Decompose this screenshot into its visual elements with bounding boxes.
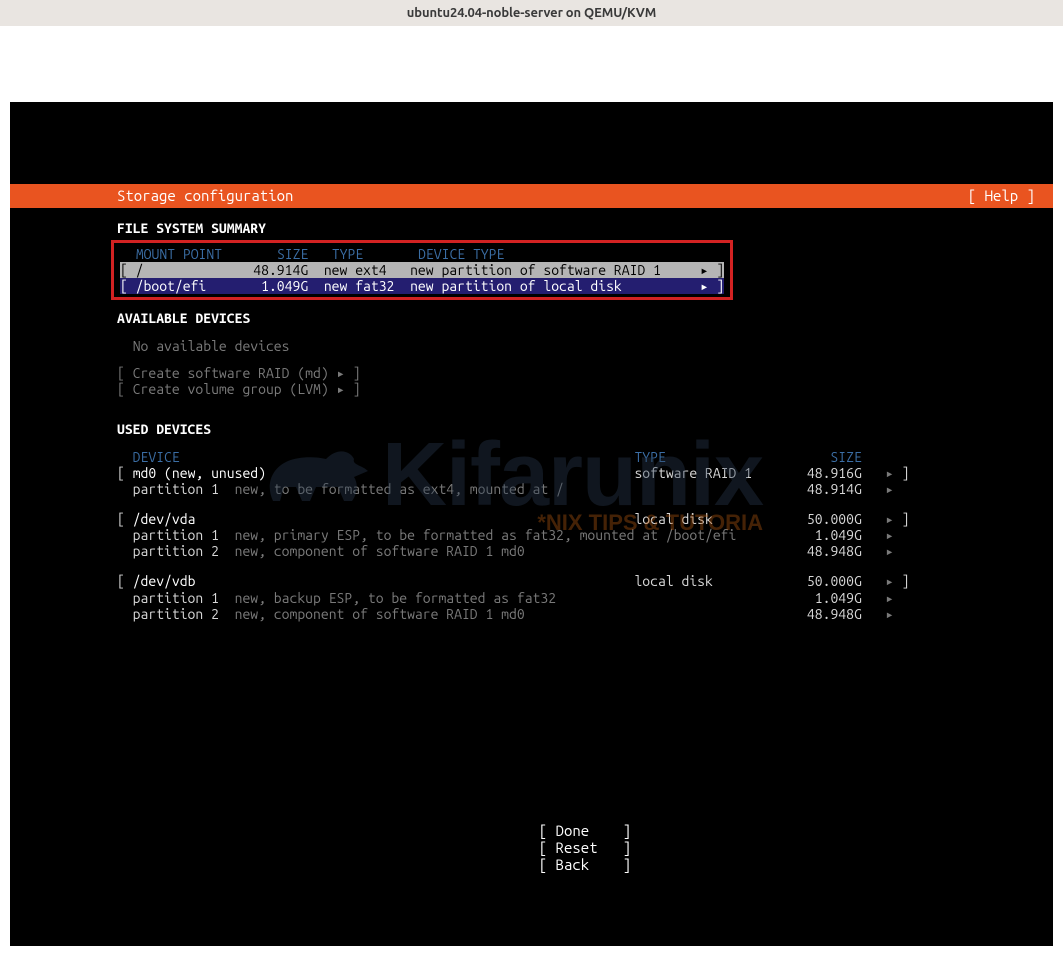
fs-row[interactable]: [ / 48.914G new ext4 new partition of so… <box>120 262 724 278</box>
device-row[interactable]: [ md0 (new, unused) software RAID 1 48.9… <box>117 465 1053 481</box>
window-title: ubuntu24.04-noble-server on QEMU/KVM <box>407 6 657 21</box>
partition-row[interactable]: partition 1 new, backup ESP, to be forma… <box>117 590 1053 606</box>
create-software-raid-button[interactable]: [ Create software RAID (md) ▸ ] <box>117 365 1053 381</box>
window-toolbar-blank <box>0 26 1063 102</box>
device-row[interactable]: [ /dev/vdb local disk 50.000G ▸ ] <box>117 573 1053 589</box>
help-button[interactable]: [ Help ] <box>968 187 1035 204</box>
page-title: Storage configuration <box>117 187 293 204</box>
device-row[interactable]: [ /dev/vda local disk 50.000G ▸ ] <box>117 511 1053 527</box>
partition-row[interactable]: partition 2 new, component of software R… <box>117 543 1053 559</box>
done-button[interactable]: [ Done ] <box>539 822 631 839</box>
fs-columns: MOUNT POINT SIZE TYPE DEVICE TYPE <box>120 246 724 262</box>
no-available-devices-text: No available devices <box>117 338 1053 354</box>
used-columns: DEVICE TYPE SIZE <box>117 449 1053 465</box>
section-available-devices: AVAILABLE DEVICES <box>117 310 1053 326</box>
fs-row[interactable]: [ /boot/efi 1.049G new fat32 new partiti… <box>120 278 724 294</box>
create-volume-group-button[interactable]: [ Create volume group (LVM) ▸ ] <box>117 381 1053 397</box>
partition-row[interactable]: partition 1 new, primary ESP, to be form… <box>117 527 1053 543</box>
terminal-surface: Storage configuration [ Help ] FILE SYST… <box>10 102 1053 946</box>
footer-buttons: [ Done ] [ Reset ] [ Back ] <box>117 822 1053 874</box>
back-button[interactable]: [ Back ] <box>539 856 631 873</box>
window-titlebar: ubuntu24.04-noble-server on QEMU/KVM <box>0 0 1063 26</box>
file-system-summary-box: MOUNT POINT SIZE TYPE DEVICE TYPE [ / 48… <box>111 240 733 300</box>
section-file-system-summary: FILE SYSTEM SUMMARY <box>117 220 1053 236</box>
partition-row[interactable]: partition 1 new, to be formatted as ext4… <box>117 481 1053 497</box>
section-used-devices: USED DEVICES <box>117 421 1053 437</box>
page-header-bar: Storage configuration [ Help ] <box>10 184 1053 208</box>
reset-button[interactable]: [ Reset ] <box>539 839 631 856</box>
partition-row[interactable]: partition 2 new, component of software R… <box>117 606 1053 622</box>
